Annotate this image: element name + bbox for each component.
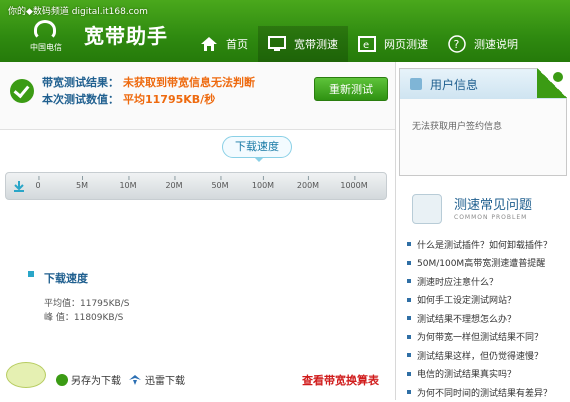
thunder-download-link[interactable]: 迅雷下载	[128, 372, 185, 387]
scale-tick: 1000M	[340, 176, 368, 190]
bandwidth-result-value: 未获取到带宽信息无法判断	[123, 76, 255, 89]
retest-button[interactable]: 重新测试	[314, 77, 388, 101]
app-title: 宽带助手	[84, 24, 168, 48]
help-icon: ?	[448, 35, 466, 53]
user-icon	[410, 78, 422, 90]
faq-subtitle: COMMON PROBLEM	[454, 214, 528, 221]
home-icon	[200, 36, 218, 52]
right-panel: 用户信息 无法获取用户签约信息 测速常见问题 COMMON PROBLEM 什么…	[395, 62, 570, 400]
user-info-title: 用户信息	[430, 78, 479, 92]
scale-tick: 200M	[296, 176, 320, 190]
faq-title: 测速常见问题	[454, 198, 533, 213]
faq-item[interactable]: 为何带宽一样但测试结果不同？	[407, 328, 567, 347]
download-speed-title: 下载速度	[44, 272, 88, 285]
monitor-icon	[268, 36, 286, 52]
bandwidth-conversion-link[interactable]: 查看带宽换算表	[302, 372, 379, 388]
user-info-text: 无法获取用户签约信息	[412, 122, 503, 132]
scale-tick: 20M	[165, 176, 183, 190]
mascot-badge	[6, 362, 46, 388]
thunder-download-label: 迅雷下载	[145, 376, 185, 387]
main-nav: 首页 宽带测速 e 网页测速 ? 测速说明	[190, 26, 528, 62]
china-telecom-logo: 中国电信	[22, 20, 70, 56]
scale-tick: 100M	[251, 176, 275, 190]
save-as-download-label: 另存为下载	[71, 376, 121, 387]
scale-tick: 5M	[76, 176, 88, 190]
speed-scale: 0 5M 10M 20M 50M 100M 200M 1000M	[5, 172, 387, 200]
bandwidth-result-line: 带宽测试结果： 未获取到带宽信息无法判断	[42, 74, 255, 90]
scale-tick: 10M	[119, 176, 137, 190]
save-as-download-link[interactable]: 另存为下载	[56, 372, 121, 387]
download-arrow-icon	[13, 180, 25, 195]
faq-item[interactable]: 50M/100M高带宽测速遭普提醒	[407, 254, 567, 273]
faq-item[interactable]: 为何不同时间的测试结果有差异？	[407, 383, 567, 402]
nav-webpage-test[interactable]: e 网页测速	[348, 26, 438, 62]
collapse-icon	[553, 72, 563, 82]
watermark: 你的◆数码频道 digital.it168.com	[8, 7, 148, 17]
browser-icon: e	[358, 36, 376, 52]
test-value-label: 本次测试数值：	[42, 93, 119, 106]
nav-help-label: 测速说明	[474, 38, 518, 51]
nav-broadband-label: 宽带测速	[294, 38, 338, 51]
nav-help[interactable]: ? 测速说明	[438, 26, 528, 62]
peak-speed: 峰 值：11809KB/S	[44, 313, 124, 323]
scale-tick: 0	[35, 176, 41, 190]
user-info-box: 用户信息 无法获取用户签约信息	[399, 68, 567, 176]
bandwidth-result-label: 带宽测试结果：	[42, 76, 119, 89]
test-value-line: 本次测试数值： 平均11795KB/秒	[42, 91, 215, 107]
thunder-icon	[128, 374, 142, 386]
faq-item[interactable]: 如何手工设定测试网站？	[407, 291, 567, 310]
scale-tick: 50M	[211, 176, 229, 190]
telecom-logo-icon	[34, 20, 56, 40]
faq-item[interactable]: 测试结果不理想怎么办？	[407, 309, 567, 328]
test-value: 平均11795KB/秒	[123, 93, 216, 106]
faq-item[interactable]: 电信的测试结果真实吗？	[407, 365, 567, 384]
nav-home-label: 首页	[226, 38, 248, 51]
faq-item[interactable]: 什么是测试插件？如何卸载插件？	[407, 235, 567, 254]
download-speed-tag: 下载速度	[222, 136, 292, 162]
faq-item[interactable]: 测速时应注意什么？	[407, 272, 567, 291]
nav-home[interactable]: 首页	[190, 26, 258, 62]
faq-item[interactable]: 测试结果这样，但仍觉得速慢？	[407, 346, 567, 365]
faq-list: 什么是测试插件？如何卸载插件？ 50M/100M高带宽测速遭普提醒 测速时应注意…	[407, 235, 567, 402]
download-bullet	[28, 271, 34, 277]
svg-text:?: ?	[454, 38, 460, 51]
save-icon	[56, 373, 68, 386]
logo-text: 中国电信	[30, 43, 62, 52]
nav-webpage-label: 网页测速	[384, 38, 428, 51]
avg-speed: 平均值：11795KB/S	[44, 299, 130, 309]
faq-icon	[412, 194, 442, 224]
check-icon	[10, 79, 34, 103]
nav-broadband-test[interactable]: 宽带测速	[258, 26, 348, 62]
svg-text:e: e	[363, 40, 369, 51]
collapse-corner[interactable]	[537, 68, 567, 98]
